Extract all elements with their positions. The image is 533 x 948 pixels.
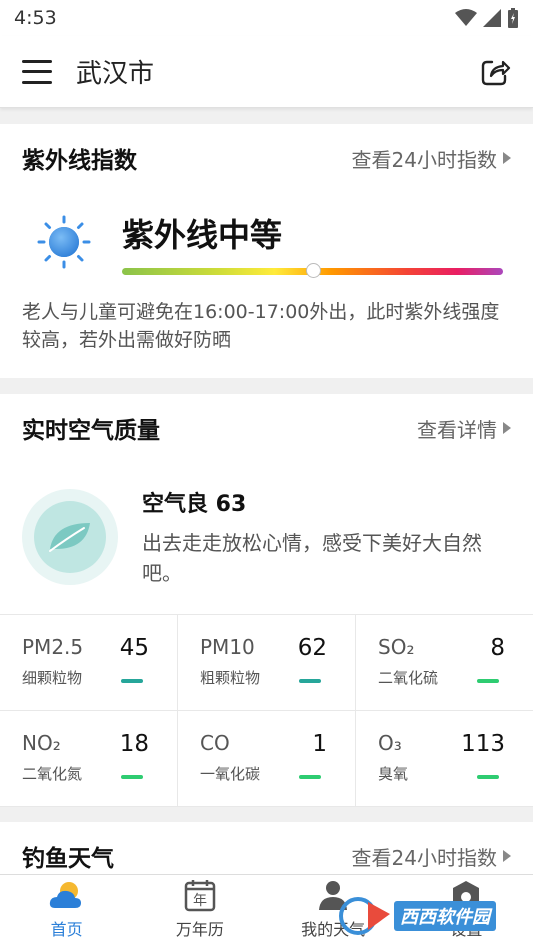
share-icon[interactable] <box>479 56 511 88</box>
pollutant-level-bar <box>121 775 143 779</box>
pollutant-grid: PM2.5 细颗粒物 45 PM10 粗颗粒物 62 SO₂ 二氧化硫 8 NO₂ 二氧化氮 18 CO… <box>0 614 533 807</box>
sun-icon <box>37 215 91 269</box>
city-title: 武汉市 <box>76 59 155 89</box>
air-title: 实时空气质量 <box>22 418 160 444</box>
signal-icon <box>483 9 501 27</box>
profile-icon <box>319 881 348 910</box>
pollutant-value: 62 <box>297 635 327 661</box>
settings-icon <box>453 881 480 908</box>
fishing-detail-label: 查看24小时指数 <box>351 845 497 870</box>
uv-title: 紫外线指数 <box>22 148 137 174</box>
air-detail-label: 查看详情 <box>417 417 497 442</box>
battery-icon <box>508 8 518 28</box>
pollutant-cell[interactable]: SO₂ 二氧化硫 8 <box>356 615 533 711</box>
status-icons <box>455 8 519 28</box>
uv-level-label: 紫外线中等 <box>122 215 283 254</box>
status-time: 4:53 <box>14 7 57 29</box>
uv-card-header: 紫外线指数 查看24小时指数 <box>0 124 533 192</box>
air-quality-card: 实时空气质量 查看详情 空气良 63 出去走走放松心情，感受下美好大自然吧。 P… <box>0 394 533 807</box>
wifi-icon <box>455 9 477 26</box>
pollutant-label: 细颗粒物 <box>22 669 83 687</box>
menu-icon[interactable] <box>22 59 52 84</box>
air-quality-level: 空气良 63 <box>142 492 247 517</box>
uv-level-marker <box>305 262 321 278</box>
pollutant-cell[interactable]: NO₂ 二氧化氮 18 <box>0 711 178 807</box>
uv-description: 老人与儿童可避免在16:00-17:00外出，此时紫外线强度较高，若外出需做好防… <box>22 301 500 351</box>
air-summary-text: 空气良 63 出去走走放松心情，感受下美好大自然吧。 <box>142 486 511 588</box>
pollutant-value: 45 <box>119 635 149 661</box>
tab-settings[interactable]: 设置 <box>400 875 533 948</box>
uv-gradient-bar <box>122 262 503 278</box>
tab-home-label: 首页 <box>50 920 83 939</box>
uv-card: 紫外线指数 查看24小时指数 紫外线中等 老人与儿童可避免在16:00-17:0… <box>0 124 533 378</box>
pollutant-label: 二氧化硫 <box>378 669 439 687</box>
tab-calendar[interactable]: 年 万年历 <box>133 875 266 948</box>
chevron-right-icon <box>503 152 511 164</box>
pollutant-cell[interactable]: O₃ 臭氧 113 <box>356 711 533 807</box>
air-card-header: 实时空气质量 查看详情 <box>0 394 533 462</box>
tab-my-weather[interactable]: 我的天气 <box>267 875 400 948</box>
tab-calendar-label: 万年历 <box>175 920 224 939</box>
pollutant-level-bar <box>477 679 499 683</box>
bottom-tab-bar: 首页 年 万年历 我的天气 设置 <box>0 874 533 948</box>
tab-settings-label: 设置 <box>450 920 483 939</box>
calendar-icon: 年 <box>184 880 216 912</box>
pollutant-value: 18 <box>119 731 149 757</box>
air-summary: 空气良 63 出去走走放松心情，感受下美好大自然吧。 <box>0 462 533 612</box>
pollutant-value: 113 <box>461 731 505 757</box>
chevron-right-icon <box>503 422 511 434</box>
pollutant-value: 1 <box>312 731 327 757</box>
pollutant-level-bar <box>121 679 143 683</box>
svg-text:年: 年 <box>193 893 207 909</box>
fishing-title: 钓鱼天气 <box>22 846 114 872</box>
pollutant-cell[interactable]: PM10 粗颗粒物 62 <box>178 615 356 711</box>
chevron-right-icon <box>503 850 511 862</box>
uv-detail-link[interactable]: 查看24小时指数 <box>352 144 511 173</box>
pollutant-cell[interactable]: PM2.5 细颗粒物 45 <box>0 615 178 711</box>
leaf-icon <box>49 523 90 552</box>
tab-home[interactable]: 首页 <box>0 875 133 948</box>
status-bar: 4:53 <box>0 0 533 36</box>
pollutant-label: 臭氧 <box>378 765 409 783</box>
pollutant-cell[interactable]: CO 一氧化碳 1 <box>178 711 356 807</box>
weather-home-icon <box>49 882 81 908</box>
pollutant-value: 8 <box>490 635 505 661</box>
pollutant-level-bar <box>299 775 321 779</box>
air-detail-link[interactable]: 查看详情 <box>417 414 511 443</box>
app-bar: 武汉市 <box>0 36 533 108</box>
tab-my-weather-label: 我的天气 <box>301 920 366 939</box>
fishing-card: 钓鱼天气 查看24小时指数 <box>0 822 533 874</box>
uv-detail-label: 查看24小时指数 <box>351 147 497 172</box>
fishing-detail-link[interactable]: 查看24小时指数 <box>352 842 511 871</box>
air-description: 出去走走放松心情，感受下美好大自然吧。 <box>142 531 482 585</box>
pollutant-label: 一氧化碳 <box>200 765 261 783</box>
pollutant-label: 二氧化氮 <box>22 765 83 783</box>
air-quality-badge <box>22 489 118 585</box>
pollutant-level-bar <box>477 775 499 779</box>
pollutant-level-bar <box>299 679 321 683</box>
uv-summary: 紫外线中等 <box>0 192 533 292</box>
pollutant-label: 粗颗粒物 <box>200 669 261 687</box>
uv-level-block: 紫外线中等 <box>122 210 503 278</box>
